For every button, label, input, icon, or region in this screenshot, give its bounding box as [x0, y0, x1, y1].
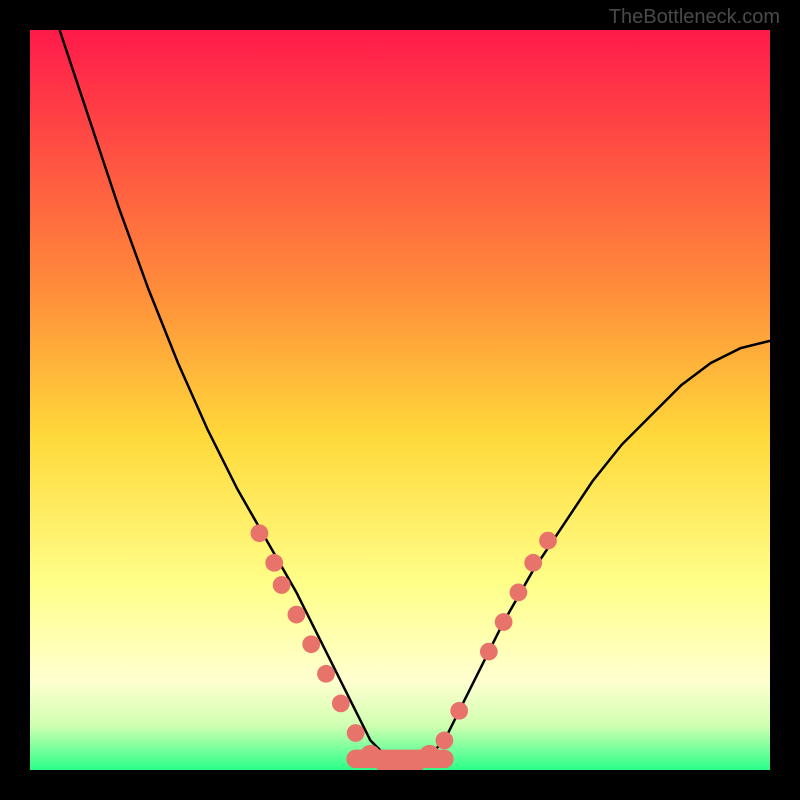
gradient-background [30, 30, 770, 770]
bottleneck-chart [30, 30, 770, 770]
chart-container: TheBottleneck.com [0, 0, 800, 800]
data-marker [419, 745, 440, 766]
data-marker [302, 635, 320, 653]
data-marker [265, 554, 283, 572]
data-marker [539, 532, 557, 550]
data-marker [436, 732, 454, 750]
data-marker [480, 643, 498, 661]
data-marker [273, 576, 291, 594]
data-marker [524, 554, 542, 572]
data-marker [332, 695, 350, 713]
data-marker [251, 524, 269, 542]
data-marker [495, 613, 513, 631]
data-marker [317, 665, 335, 683]
data-marker [450, 702, 468, 720]
data-marker [510, 584, 528, 602]
data-marker [347, 724, 365, 742]
plot-area [30, 30, 770, 770]
watermark-text: TheBottleneck.com [609, 6, 780, 29]
data-marker [288, 606, 306, 624]
